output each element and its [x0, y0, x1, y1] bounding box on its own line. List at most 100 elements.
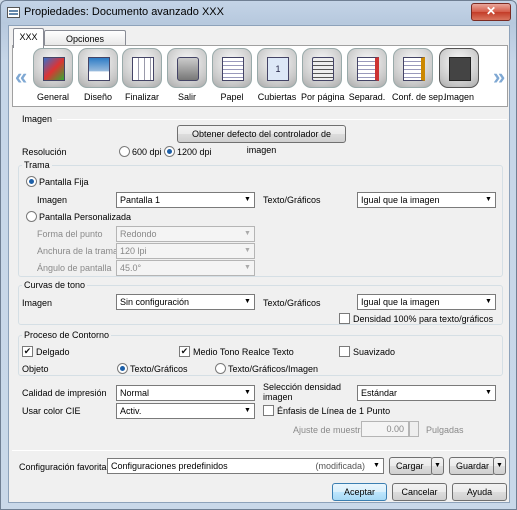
paper-icon — [212, 48, 252, 88]
objeto-label: Objeto — [22, 364, 49, 374]
toolbar-cubiertas[interactable]: 1 Cubiertas — [256, 48, 298, 102]
enfasis-checkbox[interactable] — [263, 405, 274, 416]
function-toolbar: « » General Diseño Finalizar Salir Papel — [12, 45, 508, 107]
contorno-group-title: Proceso de Contorno — [22, 330, 112, 340]
cargar-dropdown-icon[interactable]: ▼ — [431, 457, 444, 475]
toolbar-finalizar[interactable]: Finalizar — [121, 48, 163, 102]
ayuda-button[interactable]: Ayuda — [452, 483, 507, 501]
chevron-down-icon: ▼ — [244, 247, 251, 254]
chevron-down-icon: ▼ — [244, 389, 251, 396]
pantalla-fija-label: Pantalla Fija — [39, 177, 89, 187]
obj-texto-radio[interactable] — [117, 363, 128, 374]
chevron-down-icon: ▼ — [485, 298, 492, 305]
favorita-separator — [12, 450, 508, 451]
resolucion-label: Resolución — [22, 147, 67, 157]
chevron-down-icon: ▼ — [373, 462, 380, 469]
guardar-button[interactable]: Guardar — [449, 457, 495, 475]
chevron-down-icon: ▼ — [485, 389, 492, 396]
general-icon — [33, 48, 73, 88]
ajuste-unit: Pulgadas — [426, 425, 464, 435]
calidad-select[interactable]: Normal ▼ — [116, 385, 255, 401]
per-page-icon — [302, 48, 342, 88]
toolbar-por-pagina[interactable]: Por página — [301, 48, 345, 102]
toolbar-conf-de-sep[interactable]: Conf. de sep. — [392, 48, 446, 102]
res-1200-radio[interactable] — [164, 146, 175, 157]
res-600-radio[interactable] — [119, 146, 130, 157]
imagen-group-line — [57, 119, 507, 120]
layout-icon — [78, 48, 118, 88]
chevron-down-icon: ▼ — [485, 196, 492, 203]
image-icon — [439, 48, 479, 88]
printer-properties-icon — [7, 7, 20, 18]
res-600-label: 600 dpi — [132, 147, 162, 157]
cie-label: Usar color CIE — [22, 406, 81, 416]
angulo-label: Ángulo de pantalla — [37, 263, 112, 273]
chevron-down-icon: ▼ — [244, 298, 251, 305]
trama-group-title: Trama — [22, 160, 52, 170]
densidad-checkbox[interactable] — [339, 313, 350, 324]
chevron-down-icon: ▼ — [244, 407, 251, 414]
delgado-label: Delgado — [36, 347, 70, 357]
obj-texto-imagen-radio[interactable] — [215, 363, 226, 374]
toolbar-papel[interactable]: Papel — [211, 48, 253, 102]
toolbar-diseno[interactable]: Diseño — [77, 48, 119, 102]
scroll-left-arrow-icon[interactable]: « — [15, 64, 27, 90]
forma-select[interactable]: Redondo ▼ — [116, 226, 255, 242]
get-default-button[interactable]: Obtener defecto del controlador de image… — [177, 125, 346, 155]
favorita-label: Configuración favorita — [19, 462, 107, 472]
pantalla-personalizada-radio[interactable] — [26, 211, 37, 222]
separators-icon — [347, 48, 387, 88]
seleccion-select[interactable]: Estándar ▼ — [357, 385, 496, 401]
guardar-dropdown-icon[interactable]: ▼ — [493, 457, 506, 475]
ajuste-input[interactable]: 0.00 — [361, 421, 409, 437]
anchura-select[interactable]: 120 lpi ▼ — [116, 243, 255, 259]
anchura-label: Anchura de la trama — [37, 246, 119, 256]
dialog-window: Propiedades: Documento avanzado XXX ✕ XX… — [0, 0, 517, 510]
close-button[interactable]: ✕ — [471, 3, 511, 21]
favorita-status: (modificada) — [315, 461, 365, 471]
trama-texto-label: Texto/Gráficos — [263, 195, 321, 205]
title-bar: Propiedades: Documento avanzado XXX ✕ — [2, 2, 515, 24]
separator-settings-icon — [393, 48, 433, 88]
angulo-select[interactable]: 45.0° ▼ — [116, 260, 255, 276]
pantalla-fija-radio[interactable] — [26, 176, 37, 187]
ajuste-spinner-icon[interactable] — [409, 421, 419, 437]
densidad-label: Densidad 100% para texto/gráficos — [353, 314, 494, 324]
calidad-label: Calidad de impresión — [22, 388, 107, 398]
curvas-texto-select[interactable]: Igual que la imagen ▼ — [357, 294, 496, 310]
tab-xxx[interactable]: XXX — [13, 28, 44, 48]
covers-icon: 1 — [257, 48, 297, 88]
toolbar-general[interactable]: General — [32, 48, 74, 102]
trama-texto-select[interactable]: Igual que la imagen ▼ — [357, 192, 496, 208]
ajuste-label: Ajuste de muestra — [293, 425, 366, 435]
obj-texto-label: Texto/Gráficos — [130, 364, 188, 374]
seleccion-label: Selección densidad imagen — [263, 382, 342, 402]
output-tray-icon — [167, 48, 207, 88]
trama-imagen-select[interactable]: Pantalla 1 ▼ — [116, 192, 255, 208]
cie-select[interactable]: Activ. ▼ — [116, 403, 255, 419]
forma-label: Forma del punto — [37, 229, 103, 239]
pantalla-personalizada-label: Pantalla Personalizada — [39, 212, 132, 222]
curvas-imagen-select[interactable]: Sin configuración ▼ — [116, 294, 255, 310]
curvas-imagen-label: Imagen — [22, 298, 53, 308]
window-title: Propiedades: Documento avanzado XXX — [24, 6, 224, 18]
medio-tono-label: Medio Tono Realce Texto — [193, 347, 294, 357]
aceptar-button[interactable]: Aceptar — [332, 483, 387, 501]
scroll-right-arrow-icon[interactable]: » — [493, 64, 505, 90]
toolbar-salir[interactable]: Salir — [166, 48, 208, 102]
suavizado-label: Suavizado — [353, 347, 396, 357]
cargar-button[interactable]: Cargar — [389, 457, 433, 475]
favorita-select[interactable]: Configuraciones predefinidos (modificada… — [107, 458, 384, 474]
imagen-group-title: Imagen — [22, 114, 53, 124]
obj-texto-imagen-label: Texto/Gráficos/Imagen — [228, 364, 319, 374]
chevron-down-icon: ▼ — [244, 230, 251, 237]
cancelar-button[interactable]: Cancelar — [392, 483, 447, 501]
curvas-texto-label: Texto/Gráficos — [263, 298, 321, 308]
suavizado-checkbox[interactable] — [339, 346, 350, 357]
toolbar-separad[interactable]: Separad. — [346, 48, 388, 102]
chevron-down-icon: ▼ — [244, 264, 251, 271]
toolbar-imagen[interactable]: Imagen — [438, 48, 480, 102]
medio-tono-checkbox[interactable]: ✔ — [179, 346, 190, 357]
delgado-checkbox[interactable]: ✔ — [22, 346, 33, 357]
curvas-group-title: Curvas de tono — [22, 280, 88, 290]
